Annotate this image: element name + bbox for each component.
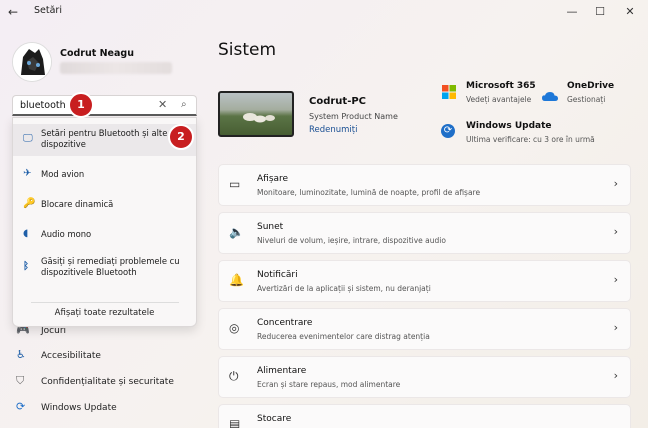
step-badge-2: 2 xyxy=(168,124,194,150)
minimize-button[interactable]: — xyxy=(558,3,586,21)
focus-icon: ◎ xyxy=(229,321,240,335)
card-subtitle: Niveluri de volum, ieșire, intrare, disp… xyxy=(257,236,446,245)
rename-link[interactable]: Redenumiți xyxy=(309,125,358,135)
card-sound[interactable]: 🔈 Sunet Niveluri de volum, ieșire, intra… xyxy=(218,212,631,254)
clear-icon[interactable]: ✕ xyxy=(158,98,167,111)
nav-item-label: Confidențialitate și securitate xyxy=(41,377,174,387)
onedrive-title[interactable]: OneDrive xyxy=(567,81,614,91)
card-subtitle: Avertizări de la aplicații și sistem, nu… xyxy=(257,284,431,293)
storage-icon: ▤ xyxy=(229,417,241,428)
title-bar: ← Setări — ☐ ✕ xyxy=(0,0,648,24)
pc-model: System Product Name xyxy=(309,112,398,121)
card-notifications[interactable]: 🔔 Notificări Avertizări de la aplicații … xyxy=(218,260,631,302)
card-title: Stocare xyxy=(257,414,292,424)
search-result-label: Mod avion xyxy=(41,169,85,179)
search-input-value: bluetooth xyxy=(20,100,66,111)
shield-icon: ⛉ xyxy=(16,374,25,387)
nav-item-label: Windows Update xyxy=(41,403,117,413)
pc-name: Codrut-PC xyxy=(309,96,367,107)
search-result-label: Blocare dinamică xyxy=(41,199,114,209)
bell-icon: 🔔 xyxy=(229,273,244,287)
nav-item-accesibilitate[interactable]: ♿ Accesibilitate xyxy=(16,348,196,366)
audio-icon: ◖ xyxy=(23,228,29,239)
card-subtitle: Monitoare, luminozitate, lumină de noapt… xyxy=(257,188,481,197)
nav-item-confidentialitate[interactable]: ⛉ Confidențialitate și securitate xyxy=(16,374,196,392)
sound-icon: 🔈 xyxy=(229,225,244,239)
search-result-label: Audio mono xyxy=(41,229,92,239)
devices-icon: 🖵 xyxy=(23,133,33,144)
card-focus[interactable]: ◎ Concentrare Reducerea evenimentelor ca… xyxy=(218,308,631,350)
accessibility-icon: ♿ xyxy=(16,348,26,361)
nav-item-windows-update[interactable]: ⟳ Windows Update xyxy=(16,400,196,418)
windows-update-title[interactable]: Windows Update xyxy=(466,121,552,131)
search-result-dynamic-lock[interactable]: 🔑 Blocare dinamică xyxy=(13,192,196,216)
step-badge-1: 1 xyxy=(68,92,94,118)
power-icon: ⏻ xyxy=(229,369,239,383)
card-storage[interactable]: ▤ Stocare xyxy=(218,404,631,428)
show-all-results-link[interactable]: Afișați toate rezultatele xyxy=(13,308,196,318)
chevron-right-icon: › xyxy=(613,273,618,286)
bluetooth-icon: ᛒ xyxy=(23,261,29,272)
search-result-label: Găsiți și remediați problemele cu dispoz… xyxy=(41,256,180,277)
airplane-icon: ✈ xyxy=(23,168,32,179)
chevron-right-icon: › xyxy=(613,177,618,190)
card-title: Notificări xyxy=(257,270,298,280)
update-icon: ⟳ xyxy=(441,124,455,138)
search-result-airplane-mode[interactable]: ✈ Mod avion xyxy=(13,162,196,186)
onedrive-subtitle: Gestionați xyxy=(567,95,606,104)
card-display[interactable]: ▭ Afișare Monitoare, luminozitate, lumin… xyxy=(218,164,631,206)
search-input[interactable]: bluetooth ✕ ⌕ xyxy=(12,95,197,116)
microsoft365-icon xyxy=(442,84,456,99)
avatar[interactable] xyxy=(12,42,52,82)
card-subtitle: Ecran și stare repaus, mod alimentare xyxy=(257,380,401,389)
microsoft365-subtitle: Vedeți avantajele xyxy=(466,95,532,104)
microsoft365-title[interactable]: Microsoft 365 xyxy=(466,81,536,91)
close-button[interactable]: ✕ xyxy=(616,3,644,21)
maximize-button[interactable]: ☐ xyxy=(586,3,614,21)
page-title: Sistem xyxy=(218,40,277,60)
account-name: Codrut Neagu xyxy=(60,48,134,59)
windows-update-icon: ⟳ xyxy=(16,400,26,413)
search-result-bluetooth-troubleshoot[interactable]: ᛒ Găsiți și remediați problemele cu disp… xyxy=(13,252,196,284)
chevron-right-icon: › xyxy=(613,369,618,382)
search-result-mono-audio[interactable]: ◖ Audio mono xyxy=(13,222,196,246)
pc-wallpaper-thumbnail xyxy=(218,91,294,137)
card-title: Afișare xyxy=(257,174,289,184)
window-title: Setări xyxy=(34,5,62,16)
search-results-dropdown: 🖵 Setări pentru Bluetooth și alte dispoz… xyxy=(12,117,197,327)
card-title: Concentrare xyxy=(257,318,313,328)
chevron-right-icon: › xyxy=(613,321,618,334)
account-email-blurred xyxy=(60,62,172,74)
nav-item-label: Accesibilitate xyxy=(41,351,101,361)
chevron-right-icon: › xyxy=(613,225,618,238)
card-power[interactable]: ⏻ Alimentare Ecran și stare repaus, mod … xyxy=(218,356,631,398)
onedrive-icon xyxy=(542,86,558,101)
divider xyxy=(31,302,179,303)
windows-update-subtitle: Ultima verificare: cu 3 ore în urmă xyxy=(466,135,595,144)
card-title: Alimentare xyxy=(257,366,307,376)
back-arrow-icon[interactable]: ← xyxy=(8,5,18,19)
card-subtitle: Reducerea evenimentelor care distrag ate… xyxy=(257,332,430,341)
card-title: Sunet xyxy=(257,222,284,232)
display-icon: ▭ xyxy=(229,177,241,191)
settings-window: ← Setări — ☐ ✕ Codrut Neagu 🎮 Jocuri ♿ A… xyxy=(0,0,648,428)
search-icon[interactable]: ⌕ xyxy=(181,99,187,110)
nav-item-label: Jocuri xyxy=(41,326,67,336)
key-icon: 🔑 xyxy=(23,198,36,209)
